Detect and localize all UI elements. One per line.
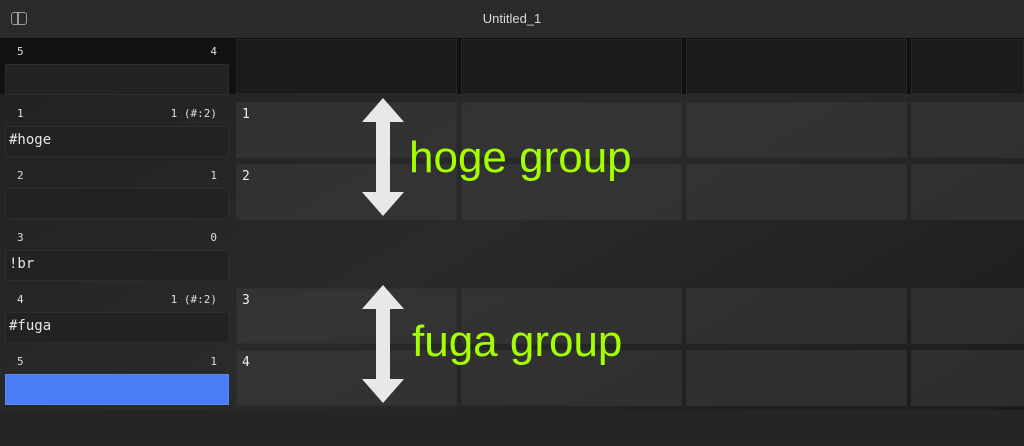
lane-value: 1 bbox=[210, 169, 217, 182]
lane-value: 0 bbox=[210, 231, 217, 244]
lane-name-field[interactable] bbox=[5, 64, 229, 95]
lane-number: 4 bbox=[17, 293, 24, 306]
clip-slot[interactable] bbox=[236, 39, 457, 94]
lane-header[interactable]: 5 1 bbox=[0, 349, 231, 411]
lane-name-field[interactable] bbox=[5, 188, 229, 219]
lane-header[interactable]: 3 0 !br bbox=[0, 225, 231, 287]
lane-name-field-selected[interactable] bbox=[5, 374, 229, 405]
lane-value: 4 bbox=[210, 45, 217, 58]
lane-header[interactable]: 2 1 bbox=[0, 163, 231, 225]
clip-slot[interactable] bbox=[686, 164, 907, 220]
lane-header[interactable]: 5 4 bbox=[0, 39, 231, 101]
clip-slot[interactable] bbox=[686, 39, 907, 94]
double-arrow-icon bbox=[362, 285, 404, 403]
lane-value: 1 (#:2) bbox=[170, 293, 217, 306]
lane-header[interactable]: 1 1 (#:2) #hoge bbox=[0, 101, 231, 163]
clip-slot[interactable] bbox=[911, 164, 1024, 220]
lane-number: 1 bbox=[17, 107, 24, 120]
clip-slot[interactable] bbox=[911, 39, 1024, 94]
clip-slot[interactable] bbox=[911, 350, 1024, 406]
clip-slot[interactable] bbox=[686, 350, 907, 406]
clip-slot[interactable] bbox=[686, 102, 907, 158]
lane-value: 1 bbox=[210, 355, 217, 368]
clip-slot[interactable] bbox=[461, 39, 682, 94]
bottom-bar bbox=[0, 410, 1024, 446]
lane-number: 2 bbox=[17, 169, 24, 182]
lane-name-field[interactable]: #hoge bbox=[5, 126, 229, 157]
hoge-group-label: hoge group bbox=[409, 133, 632, 182]
clip-slot[interactable] bbox=[911, 288, 1024, 344]
lane-value: 1 (#:2) bbox=[170, 107, 217, 120]
title-bar: Untitled_1 bbox=[0, 0, 1024, 39]
clip-slot[interactable] bbox=[686, 288, 907, 344]
lane-number: 3 bbox=[17, 231, 24, 244]
lane-name-field[interactable]: #fuga bbox=[5, 312, 229, 343]
lane-number: 5 bbox=[17, 45, 24, 58]
lane-number: 5 bbox=[17, 355, 24, 368]
fuga-group-label: fuga group bbox=[412, 317, 623, 366]
clip-slot[interactable] bbox=[911, 102, 1024, 158]
lane-name-field[interactable]: !br bbox=[5, 250, 229, 281]
double-arrow-icon bbox=[362, 98, 404, 216]
lane-header[interactable]: 4 1 (#:2) #fuga bbox=[0, 287, 231, 349]
window-title: Untitled_1 bbox=[482, 11, 542, 26]
